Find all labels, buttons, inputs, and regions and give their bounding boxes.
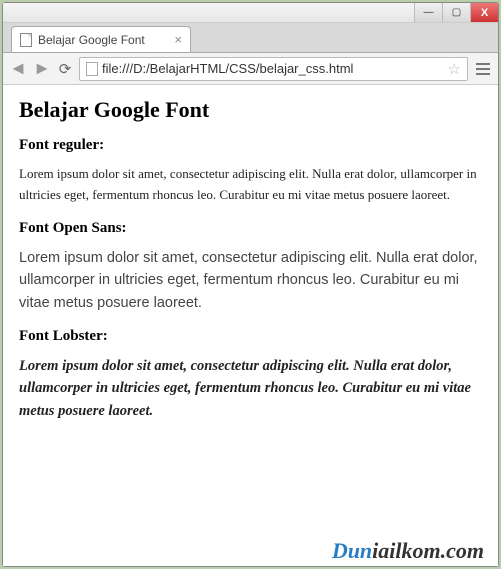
tab-title: Belajar Google Font [38, 33, 145, 47]
bookmark-star-icon[interactable]: ☆ [448, 60, 461, 78]
menu-button[interactable] [474, 63, 492, 75]
page-title: Belajar Google Font [19, 97, 482, 123]
maximize-button[interactable]: ▢ [442, 3, 470, 22]
browser-tab[interactable]: Belajar Google Font × [11, 26, 191, 52]
window-titlebar: — ▢ X [3, 3, 498, 23]
paragraph-lobster: Lorem ipsum dolor sit amet, consectetur … [19, 355, 482, 422]
paragraph-opensans: Lorem ipsum dolor sit amet, consectetur … [19, 247, 482, 314]
paragraph-regular: Lorem ipsum dolor sit amet, consectetur … [19, 164, 482, 206]
file-icon [86, 62, 98, 76]
page-content: Belajar Google Font Font reguler: Lorem … [3, 85, 498, 566]
reload-button[interactable]: ⟳ [57, 60, 73, 78]
heading-opensans: Font Open Sans: [19, 220, 482, 237]
minimize-button[interactable]: — [414, 3, 442, 22]
address-bar: ◄ ► ⟳ file:///D:/BelajarHTML/CSS/belajar… [3, 53, 498, 85]
tab-close-icon[interactable]: × [174, 33, 182, 46]
back-button[interactable]: ◄ [9, 58, 27, 79]
watermark-suffix: iailkom.com [372, 538, 484, 563]
tab-bar: Belajar Google Font × [3, 23, 498, 53]
heading-regular: Font reguler: [19, 137, 482, 154]
forward-button[interactable]: ► [33, 58, 51, 79]
url-text: file:///D:/BelajarHTML/CSS/belajar_css.h… [102, 61, 353, 76]
document-icon [20, 33, 32, 47]
heading-lobster: Font Lobster: [19, 328, 482, 345]
watermark-logo: Duniailkom.com [332, 538, 484, 564]
browser-window: — ▢ X Belajar Google Font × ◄ ► ⟳ file:/… [2, 2, 499, 567]
close-button[interactable]: X [470, 3, 498, 22]
url-input[interactable]: file:///D:/BelajarHTML/CSS/belajar_css.h… [79, 57, 468, 81]
watermark-prefix: Dun [332, 538, 372, 563]
